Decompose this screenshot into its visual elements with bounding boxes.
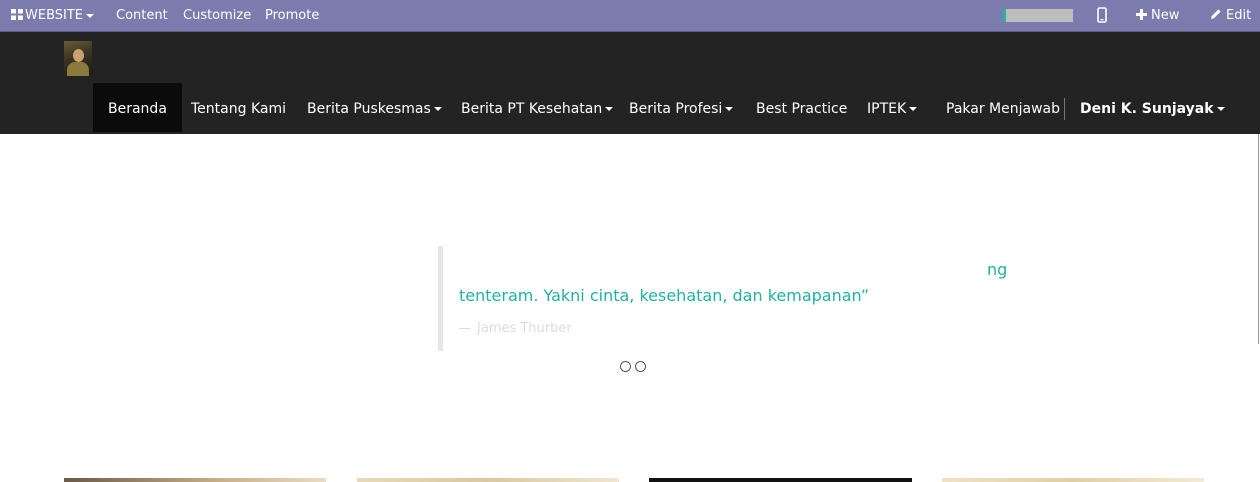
edit-label: Edit bbox=[1226, 8, 1252, 23]
quote-line-1: ng bbox=[987, 260, 1008, 279]
user-name: Deni K. Sunjayak bbox=[1080, 101, 1214, 117]
nav-label: Tentang Kami bbox=[191, 101, 286, 117]
nav-label: Berita Profesi bbox=[629, 101, 723, 117]
progress-fill bbox=[1003, 9, 1006, 22]
nav-item-beranda[interactable]: Beranda bbox=[93, 83, 182, 132]
chevron-down-icon bbox=[909, 107, 918, 111]
nav-label: Pakar Menjawab bbox=[946, 101, 1060, 117]
customize-menu[interactable]: Customize bbox=[183, 8, 251, 24]
plus-icon bbox=[1136, 9, 1147, 20]
site-logo[interactable] bbox=[64, 41, 92, 76]
website-menu[interactable]: WEBSITE bbox=[11, 8, 94, 24]
nav-divider bbox=[1064, 98, 1065, 120]
main-navbar: Beranda Tentang Kami Berita Puskesmas Be… bbox=[0, 32, 1260, 134]
progress-bar bbox=[1003, 9, 1073, 22]
nav-label: Beranda bbox=[108, 101, 167, 117]
chevron-down-icon bbox=[1216, 107, 1225, 111]
nav-item-berita-pt-kesehatan[interactable]: Berita PT Kesehatan bbox=[461, 83, 614, 132]
website-label: WEBSITE bbox=[25, 8, 83, 23]
quote-line-2: tenteram. Yakni cinta, kesehatan, dan ke… bbox=[459, 286, 870, 305]
nav-label: IPTEK bbox=[867, 101, 907, 117]
chevron-down-icon bbox=[86, 13, 94, 18]
chevron-down-icon bbox=[605, 107, 614, 111]
article-thumbnail[interactable] bbox=[649, 478, 912, 482]
nav-item-tentang-kami[interactable]: Tentang Kami bbox=[191, 83, 286, 132]
pencil-icon bbox=[1211, 9, 1221, 19]
quote-border bbox=[438, 246, 443, 351]
content-menu[interactable]: Content bbox=[116, 8, 168, 24]
carousel-dot[interactable] bbox=[635, 361, 646, 372]
nav-label: Berita PT Kesehatan bbox=[461, 101, 603, 117]
nav-item-berita-puskesmas[interactable]: Berita Puskesmas bbox=[307, 83, 442, 132]
mobile-preview-button[interactable] bbox=[1097, 7, 1107, 28]
nav-item-pakar-menjawab[interactable]: Pakar Menjawab bbox=[946, 83, 1060, 132]
mobile-icon bbox=[1097, 7, 1107, 23]
quote-author-name: James Thurber bbox=[477, 321, 572, 336]
chevron-down-icon bbox=[433, 107, 442, 111]
promote-menu[interactable]: Promote bbox=[265, 8, 319, 24]
nav-item-berita-profesi[interactable]: Berita Profesi bbox=[629, 83, 734, 132]
article-thumbnail[interactable] bbox=[357, 478, 619, 482]
scroll-edge bbox=[1258, 134, 1259, 344]
chevron-down-icon bbox=[725, 107, 734, 111]
nav-item-iptek[interactable]: IPTEK bbox=[867, 83, 918, 132]
dash-icon bbox=[459, 328, 470, 329]
nav-label: Best Practice bbox=[756, 101, 848, 117]
edit-button[interactable]: Edit bbox=[1210, 8, 1251, 24]
quote-author: James Thurber bbox=[459, 321, 572, 336]
grid-icon bbox=[11, 9, 23, 20]
user-menu[interactable]: Deni K. Sunjayak bbox=[1080, 83, 1225, 132]
article-thumbnail[interactable] bbox=[64, 478, 326, 482]
article-thumbnail[interactable] bbox=[942, 478, 1204, 482]
nav-item-best-practice[interactable]: Best Practice bbox=[756, 83, 847, 132]
new-label: New bbox=[1151, 8, 1180, 23]
admin-bar: WEBSITE Content Customize Promote New Ed… bbox=[0, 0, 1260, 32]
new-button[interactable]: New bbox=[1136, 8, 1179, 24]
carousel-dot[interactable] bbox=[620, 361, 631, 372]
nav-label: Berita Puskesmas bbox=[307, 101, 431, 117]
